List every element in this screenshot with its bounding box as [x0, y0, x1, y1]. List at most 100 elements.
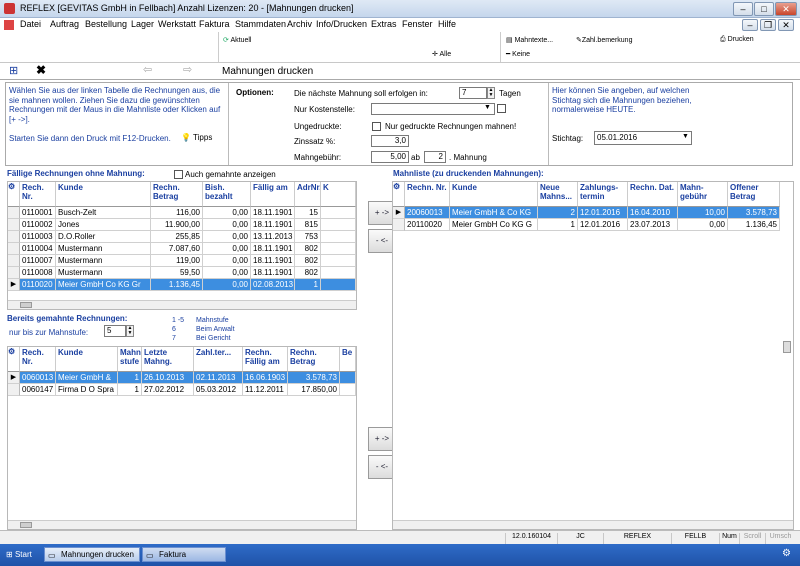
menu-archiv[interactable]: Archiv — [287, 19, 312, 29]
settings-gear-icon[interactable]: ⚙ — [782, 548, 791, 559]
due-col-nr[interactable]: Rech. Nr. — [20, 182, 56, 207]
unprinted-checkbox[interactable] — [372, 122, 381, 131]
dun-col-nr[interactable]: Rech. Nr. — [20, 347, 56, 372]
cost-center-select[interactable] — [371, 103, 495, 115]
zahlbemerkung-button[interactable]: ✎Zahl.bemerkung — [576, 36, 632, 44]
fee-level-input[interactable]: 2 — [424, 151, 446, 163]
child-close-button[interactable]: ✕ — [778, 19, 794, 31]
fee-label: Mahngebühr: — [294, 153, 342, 162]
also-dunned-checkbox[interactable] — [174, 170, 183, 179]
due-hscrollbar[interactable] — [8, 300, 356, 309]
ml-col-neue[interactable]: Neue Mahns... — [538, 182, 578, 207]
dun-col-be[interactable]: Be — [340, 347, 356, 372]
menu-hilfe[interactable]: Hilfe — [438, 19, 456, 29]
next-days-input[interactable]: 7 — [459, 87, 487, 99]
until-label: nur bis zur Mahnstufe: — [9, 328, 89, 337]
mahnliste-hscrollbar[interactable] — [393, 520, 793, 529]
row-indicator[interactable] — [8, 267, 20, 279]
child-minimize-button[interactable]: – — [742, 19, 758, 31]
stichtag-select[interactable]: 05.01.2016 — [594, 131, 692, 145]
table-row[interactable]: 0060147 Firma D O Spra 1 27.02.2012 05.03.20… — [8, 384, 356, 396]
minimize-button[interactable]: – — [733, 2, 753, 16]
forward-arrow-icon[interactable]: ⇨ — [183, 63, 192, 76]
keine-button[interactable]: ━ Keine — [506, 50, 530, 58]
menu-werkstatt[interactable]: Werkstatt — [158, 19, 196, 29]
ml-col-kunde[interactable]: Kunde — [450, 182, 538, 207]
row-indicator[interactable] — [8, 219, 20, 231]
dun-col-faellig[interactable]: Rechn. Fällig am — [243, 347, 288, 372]
table-row[interactable]: 0110008 Mustermann 59,50 0,00 18.11.1901 802 — [8, 267, 356, 279]
maximize-button[interactable]: □ — [754, 2, 774, 16]
row-indicator[interactable] — [8, 231, 20, 243]
dunned-hscrollbar[interactable] — [8, 520, 356, 529]
grid-settings-icon[interactable]: ⚙ — [8, 182, 20, 207]
table-row[interactable]: 20110020 Meier GmbH Co KG G 1 12.01.2016 23.… — [393, 219, 793, 231]
table-row[interactable]: 0110004 Mustermann 7.087,60 0,00 18.11.1901 8… — [8, 243, 356, 255]
fee-input[interactable]: 5,00 — [371, 151, 409, 163]
close-x-icon[interactable]: ✖ — [36, 63, 46, 77]
table-row-selected[interactable]: ▶ 20060013 Meier GmbH & Co KG 2 12.01.2016 16… — [393, 207, 793, 219]
menu-extras[interactable]: Extras — [371, 19, 397, 29]
menu-datei[interactable]: Datei — [20, 19, 41, 29]
dun-col-letzte[interactable]: Letzte Mahng. — [142, 347, 194, 372]
ml-col-gebuehr[interactable]: Mahn- gebühr — [678, 182, 728, 207]
ml-col-termin[interactable]: Zahlungs- termin — [578, 182, 628, 207]
dun-col-zahlter[interactable]: Zahl.ter... — [194, 347, 243, 372]
row-indicator[interactable] — [8, 243, 20, 255]
row-indicator[interactable] — [8, 384, 20, 396]
dun-col-stufe[interactable]: Mahn stufe — [118, 347, 142, 372]
grid-icon[interactable]: ⊞ — [9, 64, 18, 77]
table-row[interactable]: 0110003 D.O.Roller 255,85 0,00 13.11.2013 753 — [8, 231, 356, 243]
table-row-selected[interactable]: ▶ 0110020 Meier GmbH Co KG Gr 1.136,45 0,00 0… — [8, 279, 356, 291]
menu-auftrag[interactable]: Auftrag — [50, 19, 79, 29]
table-row[interactable]: 0110002 Jones 11.900,00 0,00 18.11.1901 815 — [8, 219, 356, 231]
start-button[interactable]: ⊞ Start — [6, 548, 32, 562]
tipps-link[interactable]: 💡 Tipps — [181, 133, 212, 142]
due-col-k[interactable]: K — [321, 182, 356, 207]
grid-settings-icon[interactable]: ⚙ — [8, 347, 20, 372]
menu-info-drucken[interactable]: Info/Drucken — [316, 19, 367, 29]
due-col-kunde[interactable]: Kunde — [56, 182, 151, 207]
due-col-adrnr[interactable]: AdrNr. — [295, 182, 321, 207]
row-indicator[interactable] — [8, 255, 20, 267]
table-row[interactable]: 0110007 Mustermann 119,00 0,00 18.11.1901 802 — [8, 255, 356, 267]
dun-col-betrag[interactable]: Rechn. Betrag — [288, 347, 340, 372]
due-col-betrag[interactable]: Rechn. Betrag — [151, 182, 203, 207]
menu-stammdaten[interactable]: Stammdaten — [235, 19, 286, 29]
task-mahnungen[interactable]: ▭ Mahnungen drucken — [44, 547, 140, 562]
due-col-bezahlt[interactable]: Bish. bezahlt — [203, 182, 251, 207]
table-cell: Jones — [56, 219, 151, 231]
table-cell: 255,85 — [151, 231, 203, 243]
until-level-input[interactable]: 5 — [104, 325, 126, 337]
alle-button[interactable]: ✛ Alle — [432, 50, 451, 58]
next-days-spinner[interactable]: ▲ ▼ — [487, 87, 495, 99]
table-cell: 18.11.1901 — [251, 207, 295, 219]
table-cell: 1 — [118, 372, 142, 384]
mahntexte-button[interactable]: ▤ Mahntexte... — [506, 36, 553, 44]
menu-fenster[interactable]: Fenster — [402, 19, 433, 29]
table-row-selected[interactable]: ▶ 0060013 Meier GmbH & 1 26.10.2013 02.11.201… — [8, 372, 356, 384]
drucken-button[interactable]: ⎙ Drucken — [720, 36, 754, 44]
back-arrow-icon[interactable]: ⇦ — [143, 63, 152, 76]
ml-col-offen[interactable]: Offener Betrag — [728, 182, 780, 207]
close-button[interactable]: ✕ — [775, 2, 797, 16]
grid-settings-icon[interactable]: ⚙ — [393, 182, 405, 207]
ml-col-nr[interactable]: Rechn. Nr. — [405, 182, 450, 207]
child-restore-button[interactable]: ❐ — [760, 19, 776, 31]
menu-faktura[interactable]: Faktura — [199, 19, 230, 29]
due-col-faellig[interactable]: Fällig am — [251, 182, 295, 207]
menu-lager[interactable]: Lager — [131, 19, 154, 29]
dun-col-kunde[interactable]: Kunde — [56, 347, 118, 372]
interest-input[interactable]: 3,0 — [371, 135, 409, 147]
menu-bestellung[interactable]: Bestellung — [85, 19, 127, 29]
vertical-scroll-thumb[interactable] — [783, 341, 791, 353]
doc-icon — [4, 20, 14, 30]
table-row[interactable]: 0110001 Busch-Zelt 116,00 0,00 18.11.1901 15 — [8, 207, 356, 219]
aktuell-button[interactable]: ⟳ Aktuell — [223, 36, 251, 44]
cost-checkbox[interactable] — [497, 104, 506, 113]
row-indicator[interactable] — [393, 219, 405, 231]
until-level-spinner[interactable]: ▲ ▼ — [126, 325, 134, 337]
task-faktura[interactable]: ▭ Faktura — [142, 547, 226, 562]
row-indicator[interactable] — [8, 207, 20, 219]
ml-col-datum[interactable]: Rechn. Dat. — [628, 182, 678, 207]
